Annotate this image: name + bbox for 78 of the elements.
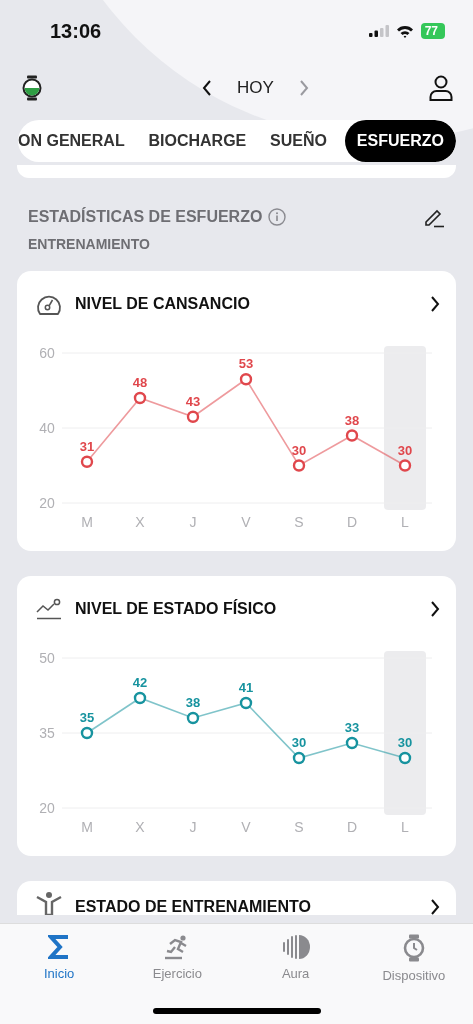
data-point[interactable]: [133, 391, 147, 405]
axis-label: 40: [39, 420, 55, 436]
data-point[interactable]: [239, 696, 253, 710]
tab[interactable]: BIOCHARGE: [142, 120, 253, 162]
value-label: 30: [291, 442, 307, 458]
status-time: 13:06: [50, 19, 102, 43]
battery-level: 77: [420, 23, 445, 39]
value-label: 31: [79, 438, 95, 454]
data-point[interactable]: [80, 726, 94, 740]
axis-label: X: [135, 819, 145, 835]
axis-label: L: [401, 819, 409, 835]
tab[interactable]: ON GENERAL: [18, 120, 131, 162]
axis-label: 20: [39, 800, 55, 816]
axis-label: M: [81, 819, 93, 835]
chart-card[interactable]: ESTADO DE ENTRENAMIENTO: [17, 881, 456, 915]
axis-label: X: [135, 514, 145, 530]
value-label: 33: [344, 720, 360, 735]
value-label: 30: [397, 442, 413, 458]
tab-bar-item[interactable]: Inicio: [9, 934, 110, 981]
section-subtitle: ENTRENAMIENTO: [28, 236, 151, 252]
person-icon: [36, 891, 62, 915]
value-label: 42: [132, 675, 148, 690]
value-label: 41: [238, 680, 254, 695]
card-title: ESTADO DE ENTRENAMIENTO: [75, 899, 312, 915]
card-title: NIVEL DE CANSANCIO: [75, 295, 251, 313]
data-point[interactable]: [345, 429, 359, 442]
data-point[interactable]: [186, 410, 200, 423]
data-point[interactable]: [133, 691, 147, 705]
value-label: 38: [344, 412, 360, 428]
axis-label: D: [346, 819, 358, 835]
value-label: 38: [185, 695, 201, 710]
trend-chart-icon: [36, 598, 62, 620]
axis-label: D: [346, 514, 358, 530]
tab[interactable]: SUEÑO: [264, 120, 333, 162]
value-label: 48: [132, 375, 148, 390]
wifi-icon: [395, 24, 414, 38]
axis-label: 20: [39, 495, 55, 511]
data-point[interactable]: [345, 736, 359, 750]
tab[interactable]: ESFUERZO: [344, 120, 456, 162]
axis-label: V: [241, 819, 251, 835]
axis-label: J: [189, 514, 197, 530]
axis-label: V: [241, 514, 251, 530]
axis-label: S: [294, 514, 304, 530]
value-label: 30: [291, 735, 307, 750]
chart-card[interactable]: NIVEL DE ESTADO FÍSICO 20 35 50 M X J V S D L 35 42 38 41 30 33 30: [17, 576, 456, 856]
card-title: NIVEL DE ESTADO FÍSICO: [75, 600, 278, 618]
data-point[interactable]: [292, 751, 306, 765]
value-label: 35: [79, 710, 95, 725]
date-label: HOY: [237, 78, 274, 98]
axis-label: M: [81, 514, 93, 530]
data-point[interactable]: [239, 373, 253, 386]
axis-label: 60: [39, 345, 55, 361]
axis-label: 50: [39, 650, 55, 666]
value-label: 43: [185, 393, 201, 409]
value-label: 53: [238, 356, 254, 372]
data-point[interactable]: [292, 459, 306, 472]
axis-label: J: [189, 819, 197, 835]
signal-icon: [368, 25, 389, 37]
axis-label: S: [294, 819, 304, 835]
chevron-right-icon[interactable]: [430, 296, 440, 312]
data-point[interactable]: [398, 459, 412, 472]
sound-wave-icon: [281, 934, 310, 960]
watch-icon: [402, 934, 425, 962]
sigma-icon: [48, 934, 71, 960]
axis-label: L: [401, 514, 409, 530]
section-title: ESTADÍSTICAS DE ESFUERZO: [28, 208, 263, 226]
data-point[interactable]: [398, 751, 412, 765]
value-label: 30: [397, 735, 413, 750]
chevron-right-icon[interactable]: [430, 899, 440, 915]
chevron-right-icon[interactable]: [430, 601, 440, 617]
info-icon[interactable]: [268, 208, 287, 226]
data-point[interactable]: [186, 711, 200, 725]
axis-label: 35: [39, 725, 55, 741]
watch-icon[interactable]: [22, 75, 42, 101]
previous-chevron-icon[interactable]: [202, 80, 213, 96]
chart-card[interactable]: NIVEL DE CANSANCIO 20 40 60 M X J V S D L 31 48 43 53 30 38 30: [17, 271, 456, 551]
data-point[interactable]: [80, 455, 94, 468]
user-icon[interactable]: [429, 75, 453, 101]
